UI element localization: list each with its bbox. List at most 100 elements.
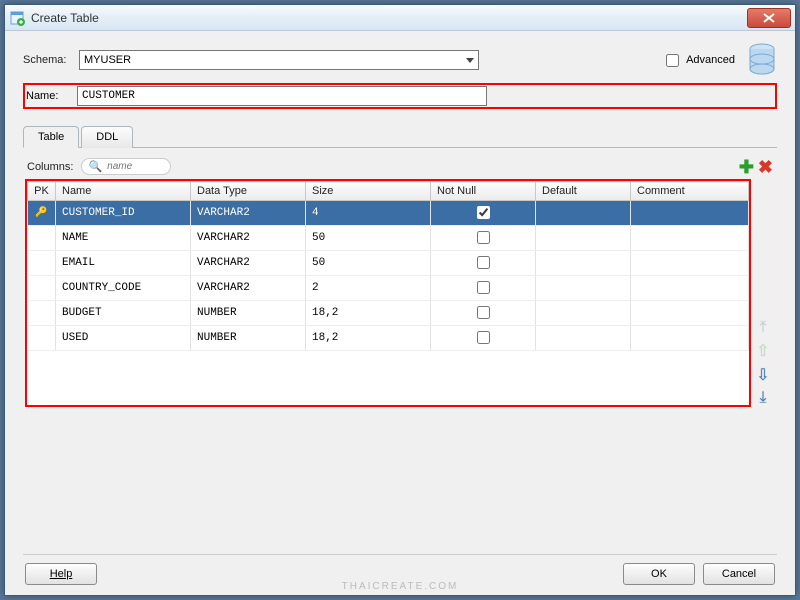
cell-size[interactable]: 2 [306,276,431,301]
cell-notnull[interactable] [431,226,536,251]
advanced-label: Advanced [686,54,735,66]
cell-default[interactable] [536,276,631,301]
tab-ddl[interactable]: DDL [81,126,133,148]
header-notnull[interactable]: Not Null [431,182,536,201]
cell-notnull[interactable] [431,251,536,276]
tab-strip: Table DDL [23,125,777,148]
grid-header-row: PK Name Data Type Size Not Null Default … [28,182,749,201]
grid-empty-space [27,351,749,381]
create-table-dialog: Create Table Schema: MYUSER Advanced Nam… [4,4,796,596]
cell-default[interactable] [536,226,631,251]
table-name-input[interactable] [77,86,487,106]
cell-default[interactable] [536,326,631,351]
cell-name[interactable]: COUNTRY_CODE [56,276,191,301]
schema-combo[interactable]: MYUSER [79,50,479,70]
table-row[interactable]: COUNTRY_CODEVARCHAR22 [28,276,749,301]
columns-toolbar: Columns: 🔍 ✚ ✖ [25,158,775,175]
close-button[interactable] [747,8,791,28]
dialog-content: Schema: MYUSER Advanced Name: Table DDL … [5,31,795,595]
primary-key-icon: 🔑 [35,207,47,218]
search-icon: 🔍 [88,160,102,173]
table-row[interactable]: NAMEVARCHAR250 [28,226,749,251]
cell-comment[interactable] [631,276,749,301]
cell-pk[interactable] [28,301,56,326]
cell-size[interactable]: 18,2 [306,326,431,351]
cell-notnull[interactable] [431,201,536,226]
window-title: Create Table [31,11,747,25]
header-datatype[interactable]: Data Type [191,182,306,201]
cell-default[interactable] [536,251,631,276]
help-button[interactable]: Help [25,563,97,585]
cell-pk[interactable] [28,326,56,351]
cell-name[interactable]: NAME [56,226,191,251]
cell-comment[interactable] [631,201,749,226]
table-row[interactable]: 🔑 CUSTOMER_IDVARCHAR24 [28,201,749,226]
column-search[interactable]: 🔍 [81,158,171,175]
table-row[interactable]: BUDGETNUMBER18,2 [28,301,749,326]
header-default[interactable]: Default [536,182,631,201]
cell-comment[interactable] [631,251,749,276]
cell-size[interactable]: 4 [306,201,431,226]
header-comment[interactable]: Comment [631,182,749,201]
cell-pk[interactable] [28,276,56,301]
table-row[interactable]: EMAILVARCHAR250 [28,251,749,276]
advanced-checkbox-group: Advanced [662,51,735,70]
cell-comment[interactable] [631,226,749,251]
add-column-button[interactable]: ✚ [739,160,754,174]
notnull-checkbox[interactable] [477,206,490,219]
cell-datatype[interactable]: VARCHAR2 [191,226,306,251]
cell-pk[interactable]: 🔑 [28,201,56,226]
notnull-checkbox[interactable] [477,331,490,344]
cell-datatype[interactable]: VARCHAR2 [191,276,306,301]
remove-column-button[interactable]: ✖ [758,160,773,174]
cell-name[interactable]: USED [56,326,191,351]
header-size[interactable]: Size [306,182,431,201]
cell-datatype[interactable]: VARCHAR2 [191,251,306,276]
database-icon [747,43,777,77]
cell-size[interactable]: 18,2 [306,301,431,326]
column-search-input[interactable] [105,160,165,173]
cell-datatype[interactable]: VARCHAR2 [191,201,306,226]
move-down-button[interactable]: ⇩ [756,365,769,385]
cell-notnull[interactable] [431,326,536,351]
notnull-checkbox[interactable] [477,281,490,294]
tab-body-table: Columns: 🔍 ✚ ✖ PK Name [23,148,777,554]
cell-size[interactable]: 50 [306,226,431,251]
ok-button[interactable]: OK [623,563,695,585]
cell-name[interactable]: CUSTOMER_ID [56,201,191,226]
app-icon [9,10,25,26]
columns-grid[interactable]: PK Name Data Type Size Not Null Default … [25,179,751,407]
move-bottom-button[interactable]: ⤓ [759,389,766,407]
tab-table[interactable]: Table [23,126,79,148]
schema-row: Schema: MYUSER Advanced [23,43,777,77]
header-pk[interactable]: PK [28,182,56,201]
advanced-checkbox[interactable] [666,54,679,67]
cell-size[interactable]: 50 [306,251,431,276]
cell-comment[interactable] [631,301,749,326]
cell-datatype[interactable]: NUMBER [191,326,306,351]
columns-label: Columns: [27,161,73,173]
notnull-checkbox[interactable] [477,306,490,319]
table-row[interactable]: USEDNUMBER18,2 [28,326,749,351]
titlebar[interactable]: Create Table [5,5,795,31]
move-top-button: ⤒ [759,319,766,337]
cell-default[interactable] [536,301,631,326]
cell-name[interactable]: EMAIL [56,251,191,276]
cancel-button[interactable]: Cancel [703,563,775,585]
cell-notnull[interactable] [431,301,536,326]
cell-comment[interactable] [631,326,749,351]
name-row-highlight: Name: [23,83,777,109]
notnull-checkbox[interactable] [477,231,490,244]
cell-default[interactable] [536,201,631,226]
cell-notnull[interactable] [431,276,536,301]
notnull-checkbox[interactable] [477,256,490,269]
cell-pk[interactable] [28,226,56,251]
cell-name[interactable]: BUDGET [56,301,191,326]
cell-pk[interactable] [28,251,56,276]
watermark: THAICREATE.COM [342,581,459,592]
schema-label: Schema: [23,54,79,66]
close-icon [763,13,775,23]
cell-datatype[interactable]: NUMBER [191,301,306,326]
header-name[interactable]: Name [56,182,191,201]
schema-value: MYUSER [84,54,131,66]
